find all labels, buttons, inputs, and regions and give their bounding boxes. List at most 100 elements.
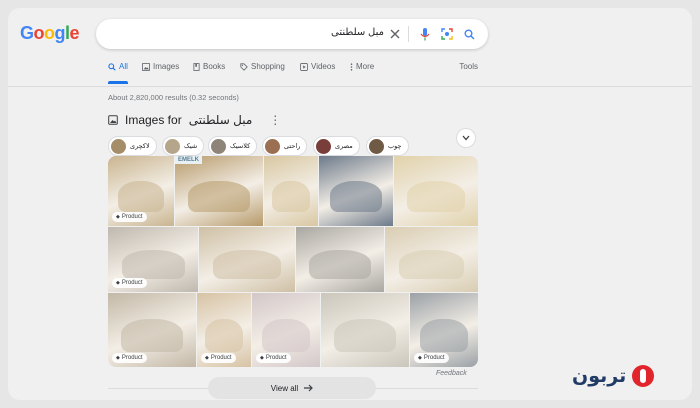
image-result[interactable]: ◆ Product [108, 227, 198, 292]
product-badge: ◆ Product [112, 353, 147, 363]
product-badge: ◆ Product [414, 353, 449, 363]
chip-thumbnail [316, 138, 331, 154]
expand-chips-button[interactable] [456, 128, 476, 148]
tab-label: Videos [311, 62, 336, 71]
image-result[interactable]: ◆ Product [410, 293, 478, 367]
logo-letter: o [33, 23, 45, 43]
image-result[interactable]: ◆ Product [108, 293, 196, 367]
tag-icon: ◆ [116, 280, 120, 286]
chip-thumbnail [369, 138, 384, 154]
search-box[interactable]: مبل سلطنتی [96, 19, 488, 49]
close-icon[interactable] [386, 25, 404, 43]
furniture-shape [262, 318, 310, 353]
chip-stylish[interactable]: شیک [162, 136, 205, 156]
product-badge: ◆ Product [256, 353, 291, 363]
product-badge: ◆ Product [112, 212, 147, 222]
chip-thumbnail [111, 138, 126, 154]
search-icon [108, 62, 116, 71]
images-title-prefix: Images for [125, 113, 182, 127]
chip-egyptian[interactable]: مصری [313, 136, 360, 156]
chip-label: شیک [184, 143, 198, 150]
image-icon [142, 62, 150, 71]
chip-label: راحتی [284, 143, 301, 150]
image-result[interactable] [199, 227, 295, 292]
tag-icon: ◆ [116, 355, 120, 361]
image-result[interactable]: ◆ Product [197, 293, 251, 367]
tab-label: Images [153, 62, 180, 71]
brand-watermark: تربون [572, 365, 655, 387]
images-section-header: Images for مبل سلطنتی ⋮ [108, 113, 281, 127]
image-watermark: EMELK [175, 156, 202, 164]
search-divider [408, 26, 409, 42]
tab-all[interactable]: All [108, 62, 128, 71]
furniture-shape [121, 249, 185, 279]
chip-thumbnail [211, 138, 226, 154]
chip-thumbnail [165, 138, 180, 154]
image-result[interactable] [264, 156, 318, 226]
logo-letter: g [54, 23, 66, 43]
lens-icon[interactable] [438, 25, 456, 43]
tag-icon: ◆ [260, 355, 264, 361]
furniture-shape [398, 249, 465, 279]
images-title-query: مبل سلطنتی [188, 113, 253, 127]
furniture-shape [309, 249, 371, 279]
tools-button[interactable]: Tools [459, 62, 478, 71]
image-result[interactable] [385, 227, 478, 292]
play-icon [300, 62, 308, 71]
badge-label: Product [210, 355, 232, 361]
logo-letter: o [44, 23, 55, 43]
image-result[interactable]: EMELK [175, 156, 263, 226]
search-input[interactable]: مبل سلطنتی [331, 27, 384, 38]
chip-wood[interactable]: چوب [366, 136, 409, 156]
header-divider [8, 86, 692, 87]
image-result[interactable] [321, 293, 409, 367]
tag-icon: ◆ [418, 355, 422, 361]
product-badge: ◆ Product [201, 353, 236, 363]
tab-label: More [356, 62, 375, 71]
tab-label: All [119, 62, 128, 71]
image-result[interactable] [319, 156, 393, 226]
tab-label: Books [203, 62, 226, 71]
tab-videos[interactable]: Videos [300, 62, 335, 71]
image-result[interactable] [394, 156, 478, 226]
badge-label: Product [121, 214, 143, 220]
tab-shopping[interactable]: Shopping [240, 62, 285, 71]
brand-logo-icon [632, 365, 655, 387]
chevron-down-icon [462, 135, 470, 141]
chip-classic[interactable]: کلاسیک [208, 136, 258, 156]
image-result[interactable]: ◆ Product [108, 156, 174, 226]
furniture-shape [406, 180, 466, 212]
tab-books[interactable]: Books [193, 62, 225, 71]
chip-label: کلاسیک [230, 143, 251, 150]
chip-thumbnail [265, 138, 280, 154]
chip-label: مصری [335, 143, 353, 150]
tab-more[interactable]: More [350, 62, 374, 71]
furniture-shape [420, 318, 468, 353]
google-logo[interactable]: Google [20, 23, 80, 44]
brand-name: تربون [572, 365, 627, 387]
furniture-shape [330, 180, 382, 212]
chip-luxury[interactable]: لاکچری [108, 136, 157, 156]
result-stats: About 2,820,000 results (0.32 seconds) [108, 93, 239, 102]
chip-label: چوب [388, 143, 402, 150]
tag-icon: ◆ [205, 355, 209, 361]
image-result[interactable]: ◆ Product [252, 293, 320, 367]
badge-label: Product [265, 355, 287, 361]
chip-label: لاکچری [130, 143, 150, 150]
more-vertical-icon [350, 62, 353, 71]
view-all-label: View all [270, 383, 299, 393]
image-result[interactable] [296, 227, 384, 292]
view-all-button[interactable]: View all [208, 377, 376, 399]
chip-comfort[interactable]: راحتی [262, 136, 308, 156]
badge-label: Product [121, 280, 143, 286]
image-results-grid: ◆ Product EMELK ◆ Product ◆ Product ◆ Produc… [108, 156, 478, 367]
related-chips: لاکچری شیک کلاسیک راحتی مصری چوب [108, 136, 478, 158]
tag-icon [240, 62, 248, 71]
feedback-link[interactable]: Feedback [436, 370, 467, 377]
microphone-icon[interactable] [416, 25, 434, 43]
furniture-shape [334, 318, 396, 353]
tab-images[interactable]: Images [142, 62, 179, 71]
search-icon[interactable] [460, 25, 478, 43]
more-options-icon[interactable]: ⋮ [269, 114, 281, 126]
badge-label: Product [423, 355, 445, 361]
